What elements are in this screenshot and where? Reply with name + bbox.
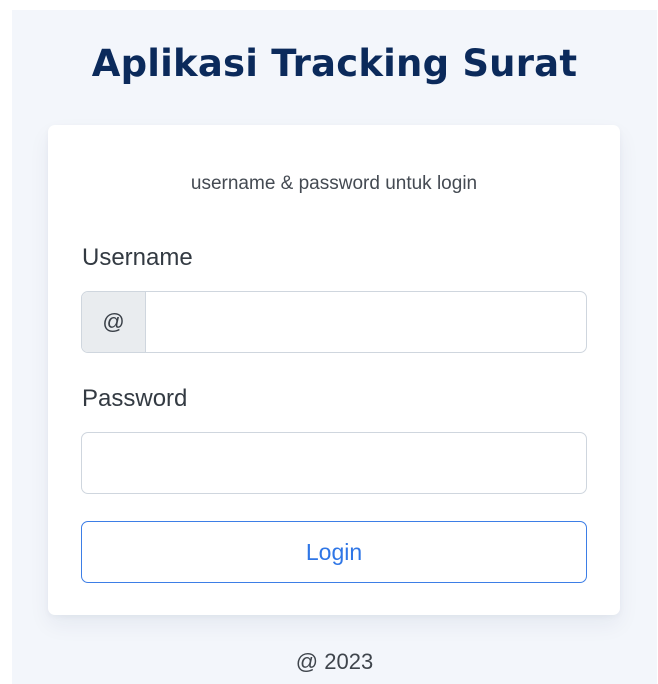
login-card: username & password untuk login Username… bbox=[48, 125, 620, 615]
login-instruction: username & password untuk login bbox=[190, 173, 478, 194]
password-label: Password bbox=[82, 385, 188, 412]
login-button[interactable]: Login bbox=[81, 521, 587, 583]
username-input[interactable] bbox=[146, 292, 586, 352]
username-label: Username bbox=[82, 244, 193, 271]
page-title: Aplikasi Tracking Surat bbox=[91, 42, 578, 85]
username-input-group: @ bbox=[81, 291, 587, 353]
password-input[interactable] bbox=[81, 432, 587, 494]
login-page: Aplikasi Tracking Surat username & passw… bbox=[12, 10, 657, 684]
footer-copyright: @ 2023 bbox=[295, 649, 374, 674]
at-sign-icon: @ bbox=[82, 292, 146, 352]
